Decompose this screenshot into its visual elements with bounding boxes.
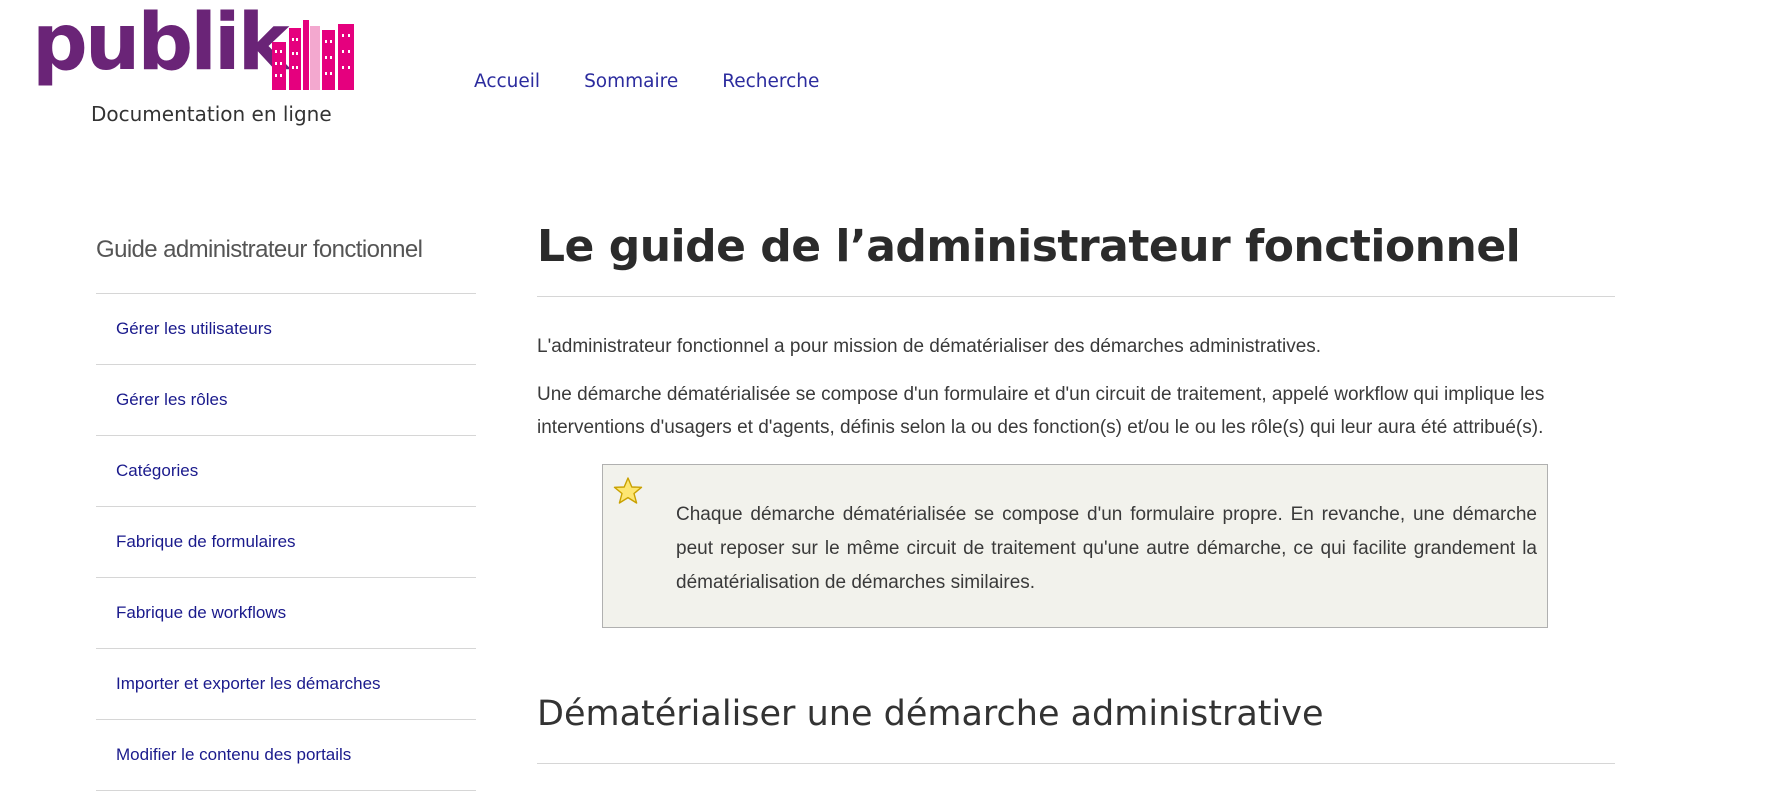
nav-sommaire-link[interactable]: Sommaire — [584, 71, 678, 92]
sidebar-item-import-export: Importer et exporter les démarches — [96, 649, 476, 720]
description-paragraph: Une démarche dématérialisée se compose d… — [537, 384, 1545, 438]
sidebar-item-categories: Catégories — [96, 436, 476, 507]
sidebar-item-portails: Modifier le contenu des portails — [96, 720, 476, 791]
logo-tagline: Documentation en ligne — [91, 102, 332, 126]
buildings-icon — [272, 20, 354, 90]
sidebar-link[interactable]: Fabrique de formulaires — [116, 532, 296, 552]
sidebar-item-roles: Gérer les rôles — [96, 365, 476, 436]
sidebar: Guide administrateur fonctionnel Gérer l… — [96, 236, 476, 791]
sidebar-link[interactable]: Modifier le contenu des portails — [116, 745, 351, 765]
tip-text: Chaque démarche dématérialisée se compos… — [676, 504, 1537, 593]
intro-paragraph: L'administrateur fonctionnel a pour miss… — [537, 336, 1322, 357]
page-title: Le guide de l’administrateur fonctionnel — [537, 218, 1615, 297]
nav-recherche-link[interactable]: Recherche — [722, 71, 819, 92]
sidebar-link[interactable]: Gérer les rôles — [116, 390, 227, 410]
section-title: Dématérialiser une démarche administrati… — [537, 692, 1615, 764]
star-icon — [613, 477, 643, 504]
tip-box: Chaque démarche dématérialisée se compos… — [602, 464, 1548, 628]
top-navigation: Accueil Sommaire Recherche — [474, 71, 819, 92]
sidebar-item-formulaires: Fabrique de formulaires — [96, 507, 476, 578]
logo-wordmark: publik — [32, 0, 290, 88]
sidebar-link[interactable]: Fabrique de workflows — [116, 603, 286, 623]
sidebar-link[interactable]: Gérer les utilisateurs — [116, 319, 272, 339]
sidebar-link[interactable]: Catégories — [116, 461, 198, 481]
sidebar-item-workflows: Fabrique de workflows — [96, 578, 476, 649]
sidebar-title: Guide administrateur fonctionnel — [96, 236, 476, 294]
sidebar-link[interactable]: Importer et exporter les démarches — [116, 674, 381, 694]
main-content: Le guide de l’administrateur fonctionnel… — [537, 218, 1615, 764]
publik-logo[interactable]: publik Documentation en ligne — [32, 4, 372, 133]
nav-accueil-link[interactable]: Accueil — [474, 71, 540, 92]
sidebar-item-utilisateurs: Gérer les utilisateurs — [96, 294, 476, 365]
